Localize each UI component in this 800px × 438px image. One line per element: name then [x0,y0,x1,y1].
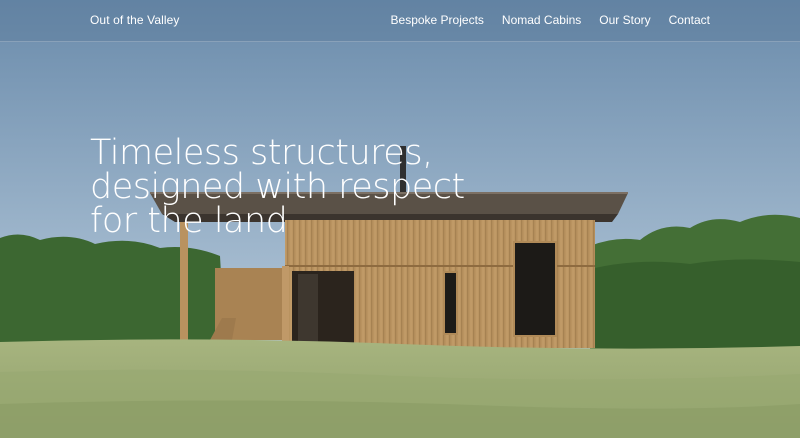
nav-link-contact[interactable]: Contact [669,13,710,27]
landing-page: Out of the Valley Bespoke Projects Nomad… [0,0,800,438]
porch-post-mid [282,266,289,346]
nav-link-bespoke-projects[interactable]: Bespoke Projects [391,13,484,27]
hedge-left [0,234,225,345]
nav-links: Bespoke Projects Nomad Cabins Our Story … [391,13,710,27]
headline-line-1: Timeless structures, [90,133,433,173]
headline-line-3: for the land [90,201,288,241]
brand-logo-link[interactable]: Out of the Valley [90,13,180,27]
hero-headline: Timeless structures, designed with respe… [90,133,510,241]
door-glass [298,274,318,346]
top-nav: Out of the Valley Bespoke Projects Nomad… [0,0,800,42]
headline-line-2: designed with respect [90,167,465,207]
window-tall [513,241,557,337]
window-narrow [443,271,458,335]
nav-link-nomad-cabins[interactable]: Nomad Cabins [502,13,581,27]
hedge-right [595,259,800,352]
nav-link-our-story[interactable]: Our Story [599,13,650,27]
